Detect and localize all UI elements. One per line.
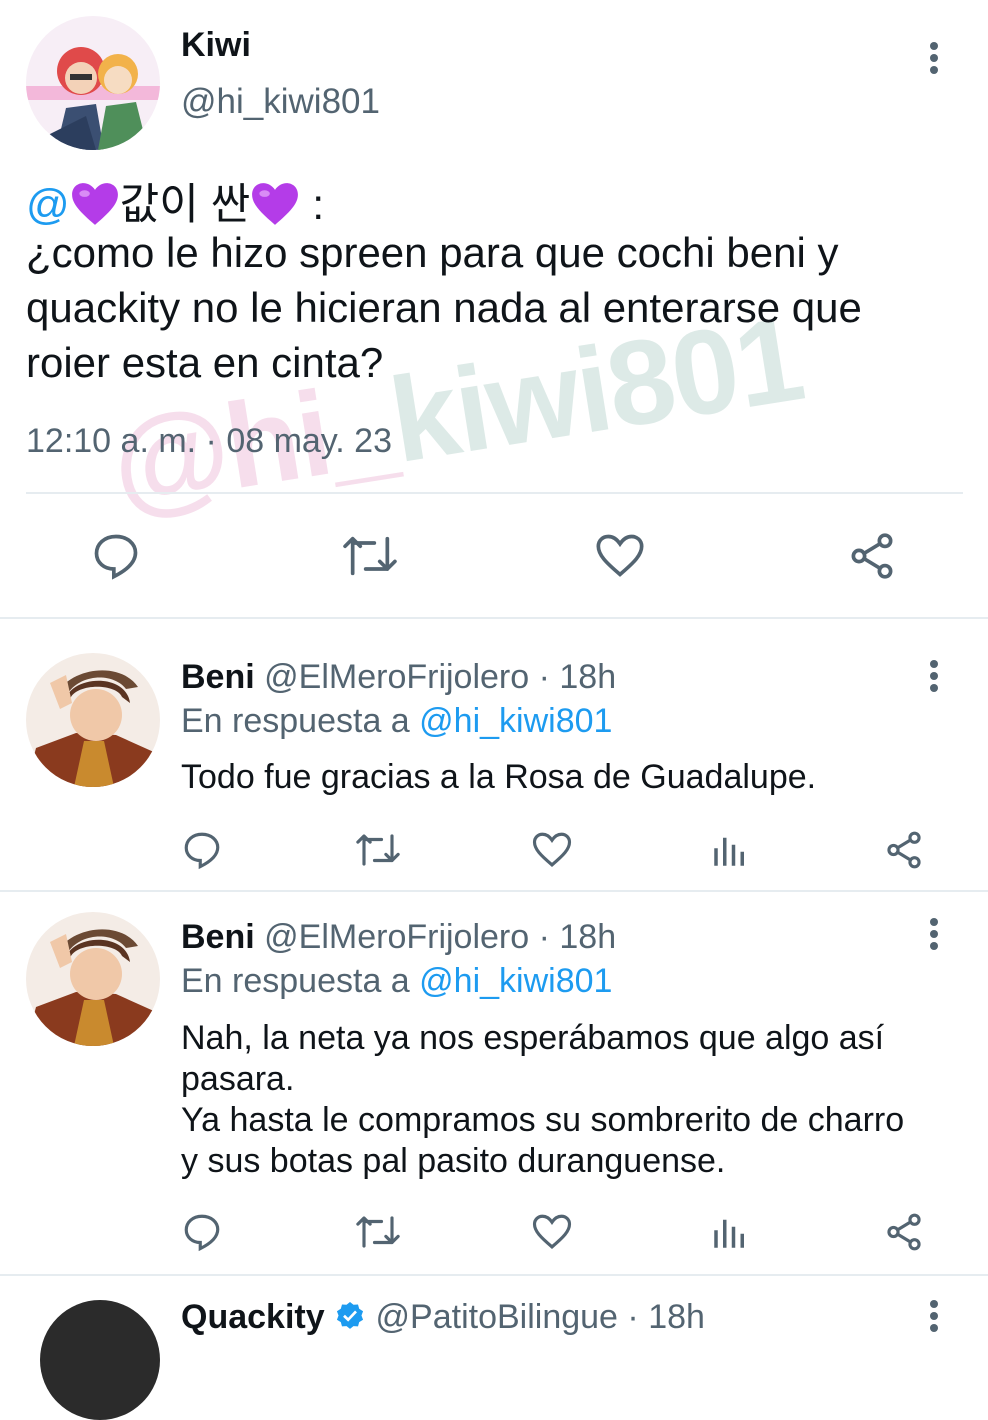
main-tweet-text: ¿como le hizo spreen para que cochi beni… [26,229,862,386]
more-options-icon[interactable] [924,1300,944,1340]
reply-header: Beni @ElMeroFrijolero · 18h [181,918,616,957]
reply-author-name[interactable]: Beni [181,658,255,696]
reply-author-avatar[interactable] [26,653,160,787]
section-divider [0,1274,988,1276]
share-icon[interactable] [882,828,926,872]
reply-to-line: En respuesta a @hi_kiwi801 [181,702,613,740]
analytics-icon[interactable] [708,828,752,872]
analytics-icon[interactable] [708,1210,752,1254]
reply-icon[interactable] [88,528,144,584]
like-icon[interactable] [530,828,574,872]
reply-header: Beni @ElMeroFrijolero · 18h [181,658,616,697]
more-options-icon[interactable] [924,918,944,958]
main-author-avatar[interactable] [26,16,160,150]
verified-badge-icon [334,1300,366,1341]
reply-time[interactable]: · 18h [539,918,617,956]
reply-author-avatar[interactable] [40,1300,160,1420]
reply-author-handle[interactable]: @PatitoBilingue [376,1298,618,1336]
retweet-icon[interactable] [338,528,402,584]
section-divider [0,617,988,619]
reply-icon[interactable] [180,1210,224,1254]
main-tweet-timestamp[interactable]: 12:10 a. m. · 08 may. 23 [26,422,392,461]
reply-author-handle[interactable]: @ElMeroFrijolero [264,658,529,696]
like-icon[interactable] [592,528,648,584]
reply-author-avatar[interactable] [26,912,160,1046]
reply-to-link[interactable]: @hi_kiwi801 [419,962,612,1000]
share-icon[interactable] [844,528,900,584]
reply-text: Nah, la neta ya nos esperábamos que algo… [181,1019,905,1180]
mention-link[interactable]: @ 값이 싼 [26,181,300,229]
more-options-icon[interactable] [924,42,944,82]
reply-author-name[interactable]: Beni [181,918,255,956]
main-author-name[interactable]: Kiwi [181,26,251,65]
reply-text: Todo fue gracias a la Rosa de Guadalupe. [181,758,817,796]
more-options-icon[interactable] [924,660,944,700]
reply-to-line: En respuesta a @hi_kiwi801 [181,962,613,1000]
reply-time[interactable]: · 18h [627,1298,705,1336]
retweet-icon[interactable] [352,828,404,872]
like-icon[interactable] [530,1210,574,1254]
reply-author-handle[interactable]: @ElMeroFrijolero [264,918,529,956]
section-divider [0,890,988,892]
share-icon[interactable] [882,1210,926,1254]
reply-time[interactable]: · 18h [539,658,617,696]
retweet-icon[interactable] [352,1210,404,1254]
reply-icon[interactable] [180,828,224,872]
timestamp-divider [26,492,963,494]
reply-to-link[interactable]: @hi_kiwi801 [419,702,612,740]
reply-author-name[interactable]: Quackity [181,1298,325,1336]
main-author-handle[interactable]: @hi_kiwi801 [181,82,380,122]
reply-header: Quackity @PatitoBilingue · 18h [181,1298,705,1341]
